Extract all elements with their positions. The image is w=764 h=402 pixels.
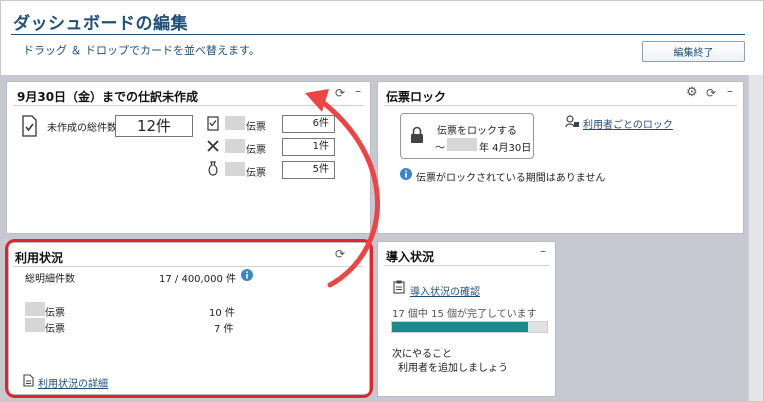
drag-arrow-icon bbox=[305, 89, 380, 288]
